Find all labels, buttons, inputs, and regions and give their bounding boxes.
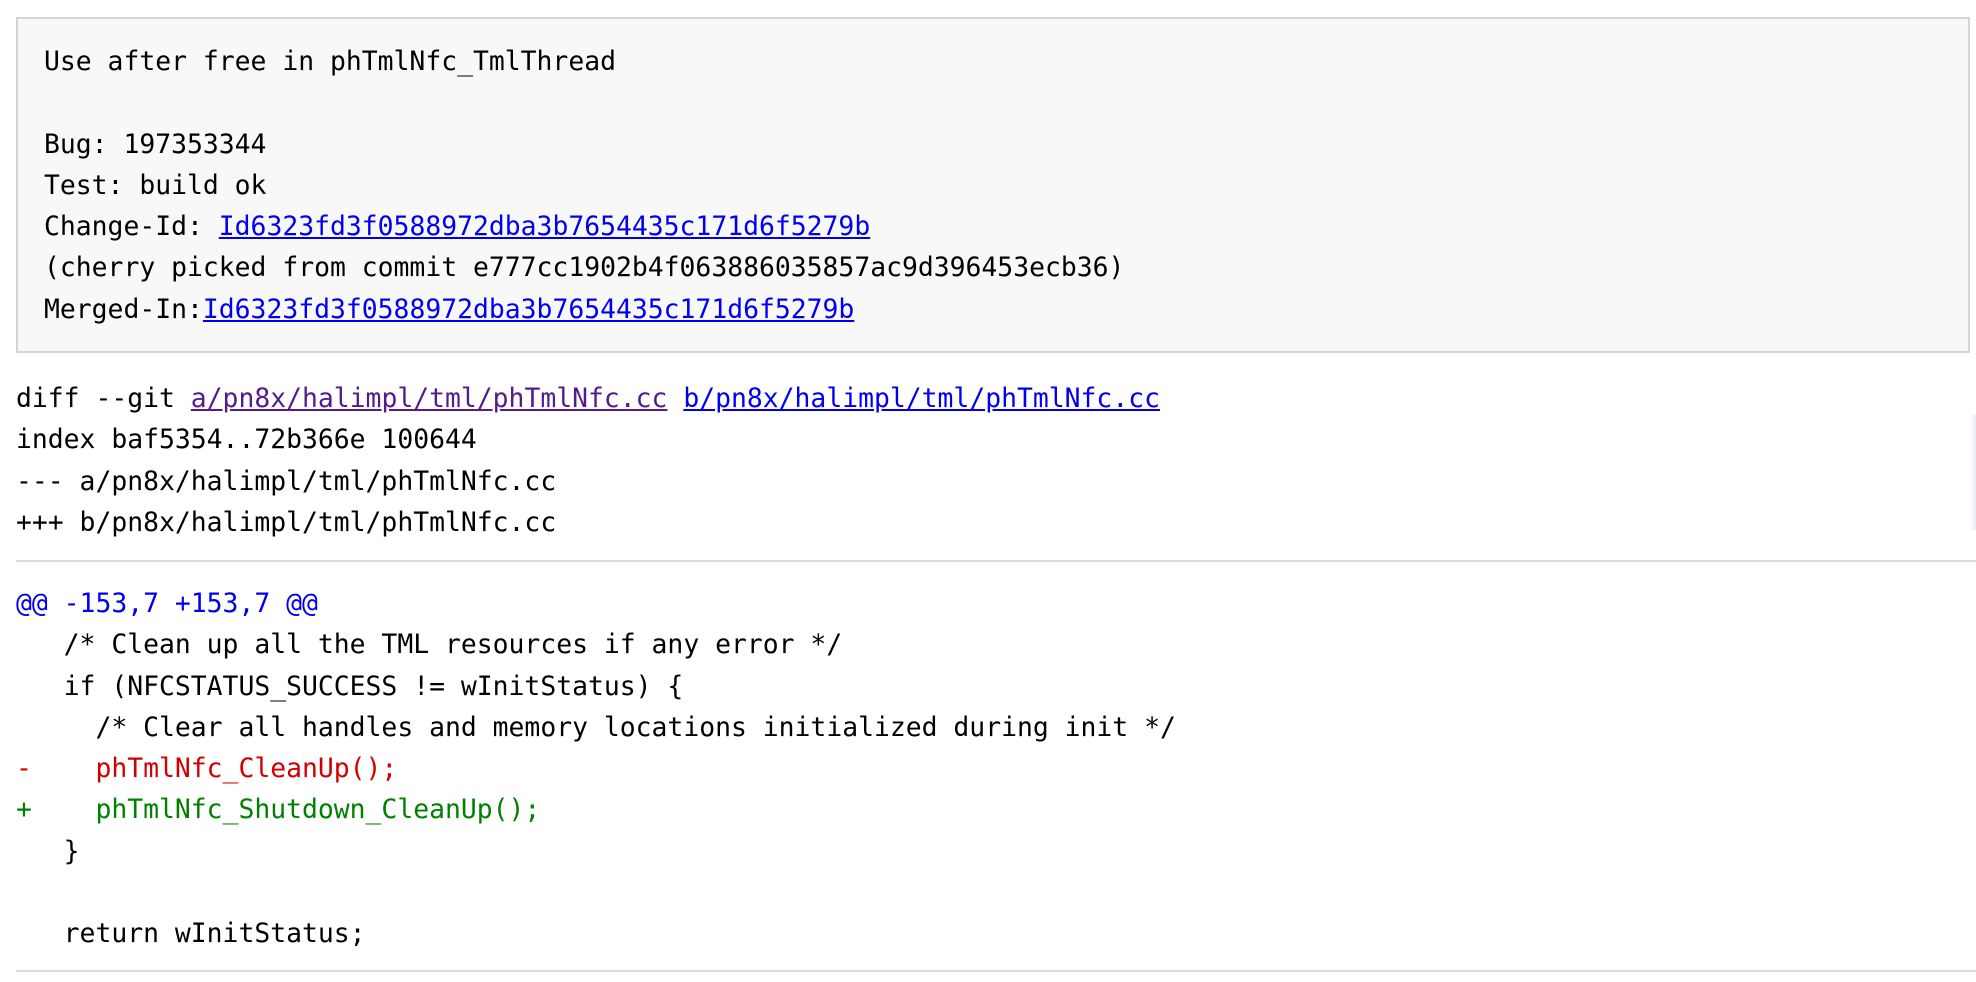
diff-line-context: /* Clear all handles and memory location…	[16, 711, 1176, 743]
diff-line-deletion: - phTmlNfc_CleanUp();	[16, 753, 398, 785]
diff-line-addition: + phTmlNfc_Shutdown_CleanUp();	[16, 794, 541, 826]
diff-hunk: @@ -153,7 +153,7 @@ /* Clean up all the …	[16, 583, 1176, 955]
diff-header: diff --git a/pn8x/halimpl/tml/phTmlNfc.c…	[16, 378, 1160, 543]
hunk-header: @@ -153,7 +153,7 @@	[16, 588, 318, 619]
change-id-label: Change-Id:	[44, 211, 219, 243]
merged-in-label: Merged-In:	[44, 293, 203, 325]
diff-line-context: }	[16, 835, 80, 867]
merged-in-link[interactable]: Id6323fd3f0588972dba3b7654435c171d6f5279…	[203, 294, 854, 325]
test-line: Test: build ok	[44, 169, 267, 201]
diff-git-prefix: diff --git	[16, 383, 191, 414]
path-b-link[interactable]: b/pn8x/halimpl/tml/phTmlNfc.cc	[683, 383, 1160, 414]
minus-file-line: --- a/pn8x/halimpl/tml/phTmlNfc.cc	[16, 465, 557, 497]
scrollbar[interactable]	[1970, 415, 1976, 530]
change-id-link[interactable]: Id6323fd3f0588972dba3b7654435c171d6f5279…	[219, 211, 870, 242]
diff-line-context: /* Clean up all the TML resources if any…	[16, 629, 843, 661]
path-a-link[interactable]: a/pn8x/halimpl/tml/phTmlNfc.cc	[191, 383, 668, 414]
cherry-pick-line: (cherry picked from commit e777cc1902b4f…	[44, 252, 1125, 284]
commit-message-box: Use after free in phTmlNfc_TmlThread Bug…	[16, 17, 1970, 353]
divider	[16, 560, 1976, 562]
merged-in-line: Merged-In:Id6323fd3f0588972dba3b7654435c…	[44, 289, 1968, 330]
plus-file-line: +++ b/pn8x/halimpl/tml/phTmlNfc.cc	[16, 506, 557, 538]
change-id-line: Change-Id: Id6323fd3f0588972dba3b7654435…	[44, 206, 1968, 247]
commit-subject: Use after free in phTmlNfc_TmlThread	[44, 46, 616, 77]
diff-line-context	[16, 872, 1176, 913]
diff-line-context: return wInitStatus;	[16, 918, 366, 950]
diff-line-context: if (NFCSTATUS_SUCCESS != wInitStatus) {	[16, 670, 684, 702]
index-line: index baf5354..72b366e 100644	[16, 424, 477, 456]
bug-line: Bug: 197353344	[44, 128, 267, 160]
diff-git-line: diff --git a/pn8x/halimpl/tml/phTmlNfc.c…	[16, 378, 1160, 419]
divider	[16, 970, 1976, 972]
